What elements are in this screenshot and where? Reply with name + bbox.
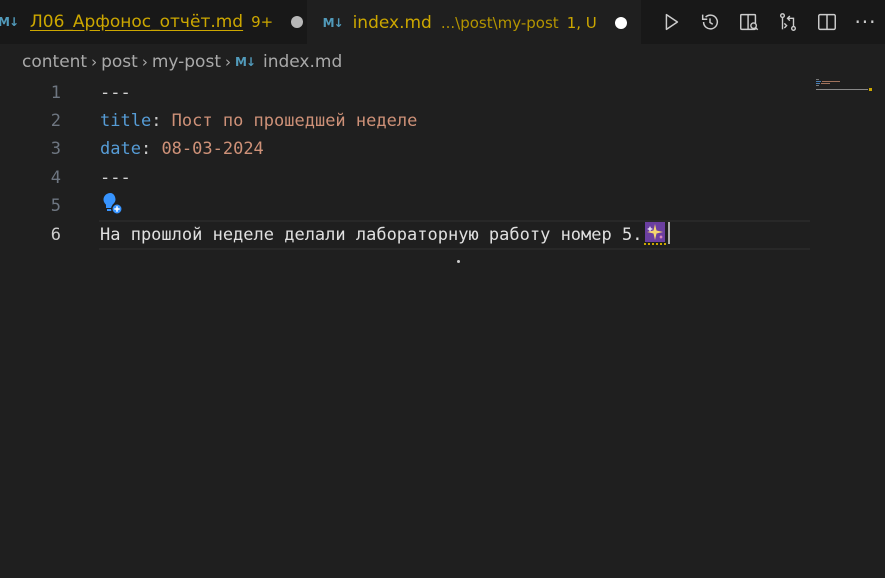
yaml-value: Пост по прошедшей неделе: [171, 111, 418, 131]
frontmatter-delimiter: ---: [100, 168, 131, 188]
markdown-icon: M↓: [322, 15, 344, 30]
compare-changes-icon: [779, 13, 796, 31]
problems-badge: 9+: [251, 13, 274, 31]
yaml-key: title: [100, 111, 152, 131]
code-line: 3 date: 08-03-2024: [0, 135, 885, 163]
line-number: 3: [50, 139, 61, 159]
code-line: 2 title: Пост по прошедшей неделе: [0, 107, 885, 135]
mouse-pointer: [457, 260, 460, 263]
more-actions-icon: ···: [854, 10, 877, 34]
more-actions-button[interactable]: ···: [846, 0, 885, 44]
unsaved-dot-icon[interactable]: [614, 16, 627, 29]
chevron-right-icon: ›: [141, 53, 148, 71]
line-number: 1: [50, 83, 61, 103]
code-editor[interactable]: 1 --- 2 title: Пост по прошедшей неделе …: [0, 78, 885, 578]
timeline-button[interactable]: [690, 0, 729, 44]
breadcrumb: content › post › my-post › M↓ index.md: [22, 49, 342, 75]
line-number: 2: [50, 111, 61, 131]
split-editor-icon: [817, 13, 836, 31]
lightbulb-icon[interactable]: [101, 191, 125, 217]
split-editor-button[interactable]: [807, 0, 846, 44]
compare-changes-button[interactable]: [768, 0, 807, 44]
run-icon: [665, 13, 678, 31]
text-cursor: [668, 222, 671, 244]
editor-tab-bar: M↓ Л06_Арфонос_отчёт.md 9+ M↓ index.md .…: [0, 0, 885, 44]
line-number: 4: [50, 168, 61, 188]
yaml-key: date: [100, 139, 141, 159]
frontmatter-delimiter: ---: [100, 83, 131, 103]
yaml-value: 08-03-2024: [161, 139, 264, 159]
problems-badge: 1, U: [566, 13, 597, 32]
line-number: 6: [50, 225, 61, 245]
breadcrumb-item-file[interactable]: index.md: [263, 52, 342, 72]
tab-title: Л06_Арфонос_отчёт.md: [30, 12, 244, 32]
timeline-icon: [701, 14, 718, 30]
open-preview-button[interactable]: [729, 0, 768, 44]
markdown-text: На прошлой неделе делали лабораторную ра…: [100, 225, 643, 245]
tab-path: ...\post\my-post: [440, 13, 559, 32]
code-line: 1 ---: [0, 79, 885, 107]
markdown-icon: M↓: [0, 15, 19, 29]
markdown-icon: M↓: [234, 55, 256, 69]
run-button[interactable]: [651, 0, 690, 44]
breadcrumb-item-post[interactable]: post: [101, 52, 138, 72]
modified-dot-icon[interactable]: [291, 16, 304, 28]
breadcrumb-item-my-post[interactable]: my-post: [152, 52, 221, 72]
code-line: 6 На прошлой неделе делали лабораторную …: [0, 221, 885, 249]
yaml-colon: :: [151, 111, 172, 131]
breadcrumb-item-content[interactable]: content: [22, 52, 87, 72]
open-preview-icon: [739, 13, 758, 31]
editor-actions: ···: [651, 0, 885, 44]
tab-title: index.md: [352, 12, 432, 33]
chevron-right-icon: ›: [224, 53, 231, 71]
tab-report-md[interactable]: M↓ Л06_Арфонос_отчёт.md 9+: [0, 0, 307, 44]
line-number: 5: [50, 196, 61, 216]
tab-index-md[interactable]: M↓ index.md ...\post\my-post 1, U: [306, 0, 641, 44]
code-line: 5: [0, 192, 885, 220]
code-line: 4 ---: [0, 164, 885, 192]
chevron-right-icon: ›: [91, 53, 98, 71]
sparkle-emoji-icon: [644, 221, 667, 245]
yaml-colon: :: [140, 139, 162, 159]
minimap[interactable]: [816, 78, 876, 98]
